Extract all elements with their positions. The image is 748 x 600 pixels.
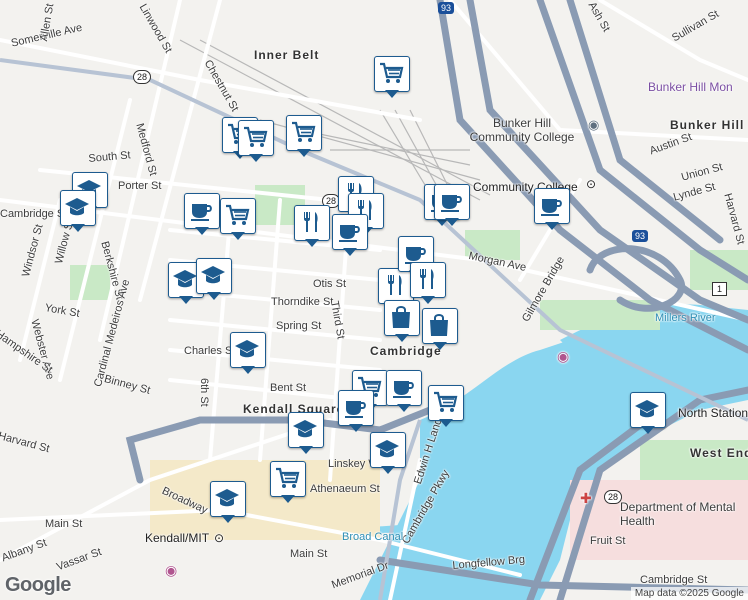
transit-station-label: North Station	[678, 406, 748, 420]
cafe-marker[interactable]	[534, 188, 570, 232]
hospital-poi-icon: ✚	[580, 490, 592, 506]
route-28-shield: 28	[604, 490, 623, 504]
route-28-shield: 28	[133, 70, 152, 84]
park-area	[70, 265, 110, 300]
cafe-marker[interactable]	[184, 193, 220, 237]
street-label: Cambridge St	[0, 208, 68, 220]
water-label: Millers River	[655, 312, 716, 324]
map-canvas[interactable]: Somerville Ave Linwood St Allen St Chest…	[0, 0, 748, 600]
transit-icon: ⊙	[586, 177, 597, 191]
grocery-marker[interactable]	[270, 461, 306, 505]
shopping-marker[interactable]	[422, 308, 458, 352]
street-label: Cambridge St	[640, 574, 708, 586]
map-attribution[interactable]: Map data ©2025 Google	[630, 587, 748, 600]
grocery-marker[interactable]	[428, 385, 464, 429]
school-marker[interactable]	[60, 190, 96, 234]
street-label: Spring St	[276, 320, 322, 332]
poi-label: Bunker Hill Community College	[469, 116, 575, 144]
restaurant-marker[interactable]	[294, 205, 330, 249]
street-label: Charles St	[184, 345, 236, 357]
street-label: 6th St	[198, 378, 210, 407]
street-label: Bent St	[270, 382, 307, 394]
shopping-marker[interactable]	[384, 300, 420, 344]
neighborhood-label: Inner Belt	[254, 48, 320, 62]
interstate-93-shield: 93	[632, 230, 649, 242]
water-label: Broad Canal	[342, 531, 404, 543]
school-marker[interactable]	[370, 432, 406, 476]
cafe-marker[interactable]	[434, 184, 470, 228]
museum-poi-icon: ◉	[557, 348, 570, 364]
neighborhood-label: West End	[690, 446, 748, 460]
school-marker[interactable]	[630, 392, 666, 436]
street-label: Athenaeum St	[310, 483, 380, 495]
cafe-marker[interactable]	[386, 370, 422, 414]
poi-label: Bunker Hill Mon	[648, 80, 733, 94]
school-marker[interactable]	[288, 412, 324, 456]
grocery-marker[interactable]	[374, 56, 410, 100]
cafe-marker[interactable]	[332, 214, 368, 258]
grocery-marker[interactable]	[286, 115, 322, 159]
neighborhood-label: Bunker Hill	[670, 118, 745, 132]
street-label: Main St	[290, 548, 328, 560]
school-poi-icon: ◉	[588, 117, 600, 132]
school-marker[interactable]	[196, 258, 232, 302]
route-1-shield: 1	[712, 282, 728, 296]
street-label: Thorndike St	[271, 296, 334, 308]
street-label: Porter St	[118, 180, 162, 192]
transit-icon: ⊙	[214, 531, 225, 545]
interstate-93-shield: 93	[438, 2, 455, 14]
cafe-marker[interactable]	[338, 390, 374, 434]
school-marker[interactable]	[210, 481, 246, 525]
transit-station-label: Kendall/MIT	[145, 531, 210, 545]
poi-label: Department of Mental Health	[620, 500, 736, 528]
google-logo: Google	[5, 574, 71, 596]
street-label: Main St	[45, 518, 83, 530]
school-marker[interactable]	[230, 332, 266, 376]
museum-poi-icon: ◉	[165, 562, 178, 578]
street-label: Otis St	[313, 278, 347, 290]
grocery-marker[interactable]	[220, 198, 256, 242]
grocery-marker[interactable]	[238, 120, 274, 164]
street-label: Fruit St	[590, 535, 626, 547]
